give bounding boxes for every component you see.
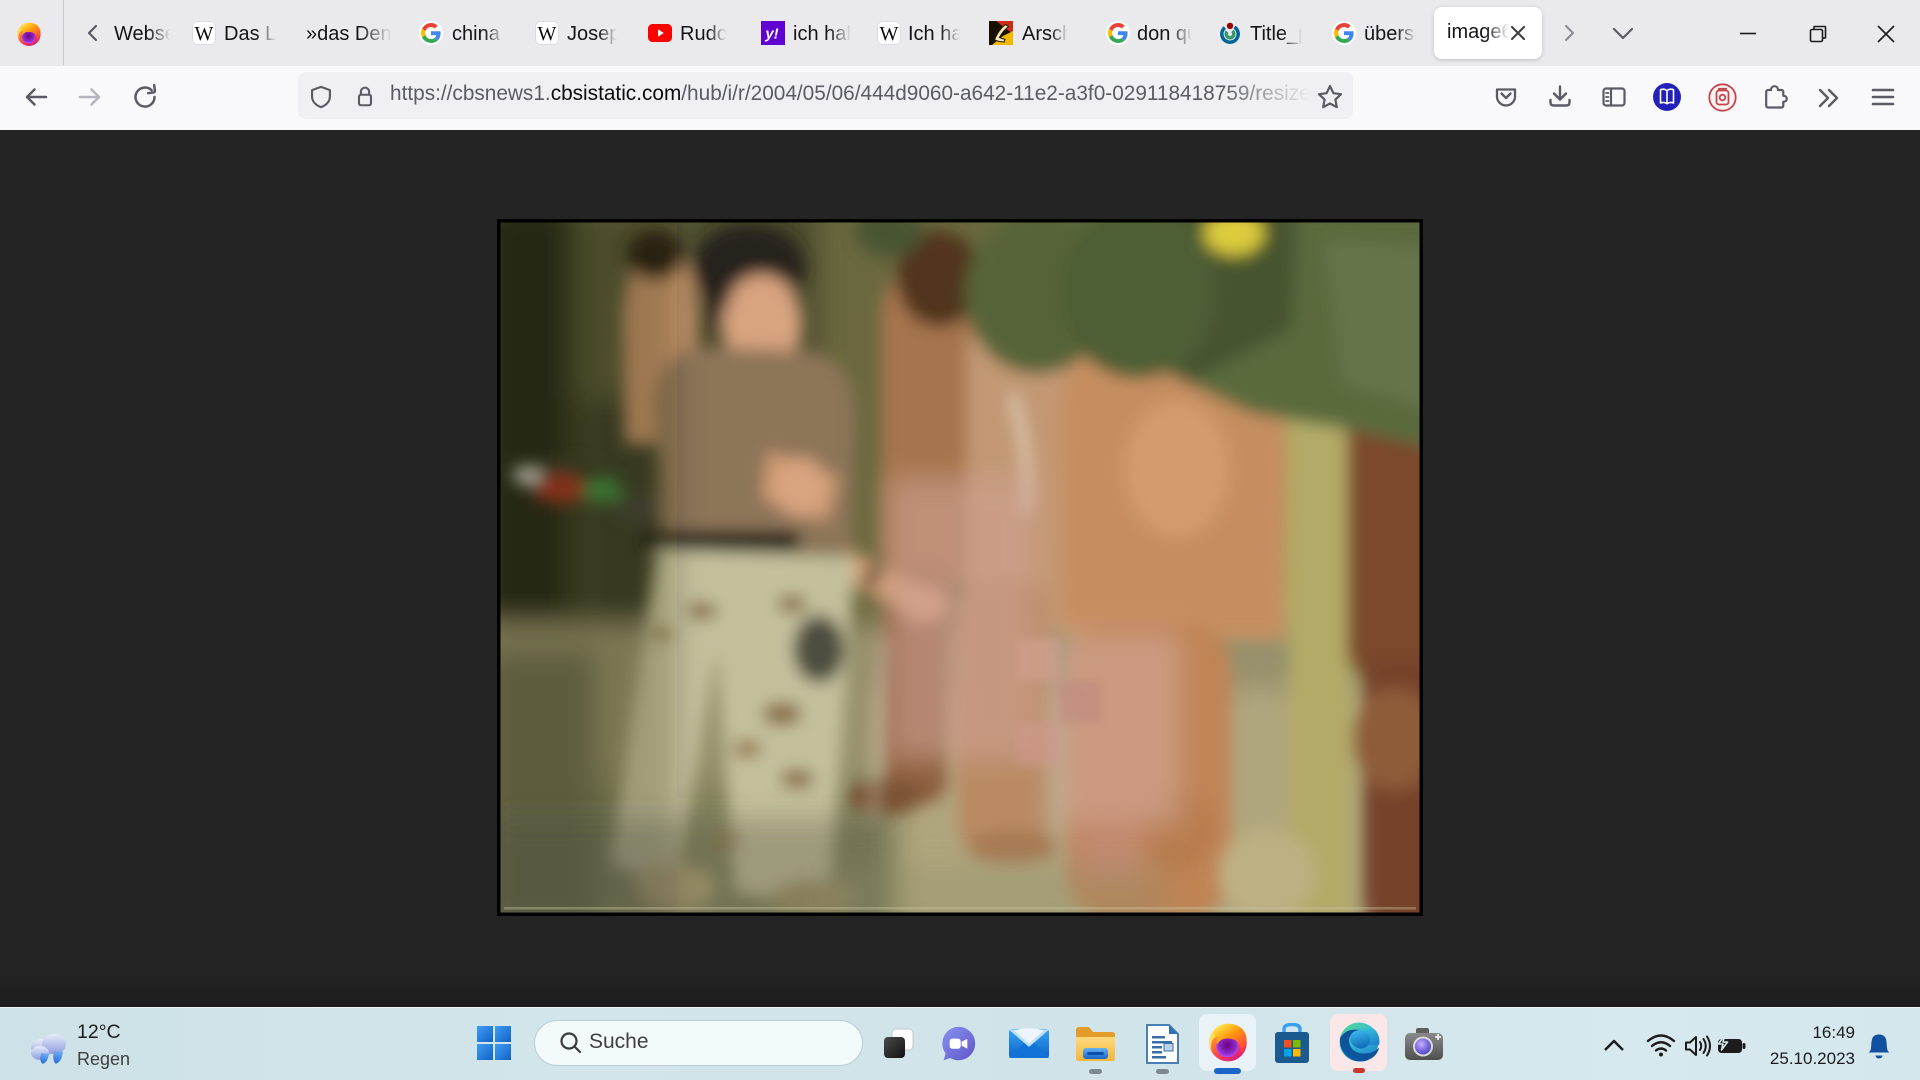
svg-text:W: W xyxy=(538,23,557,45)
svg-text:y!: y! xyxy=(764,26,778,43)
svg-text:W: W xyxy=(195,23,214,45)
svg-text:W: W xyxy=(880,23,899,45)
